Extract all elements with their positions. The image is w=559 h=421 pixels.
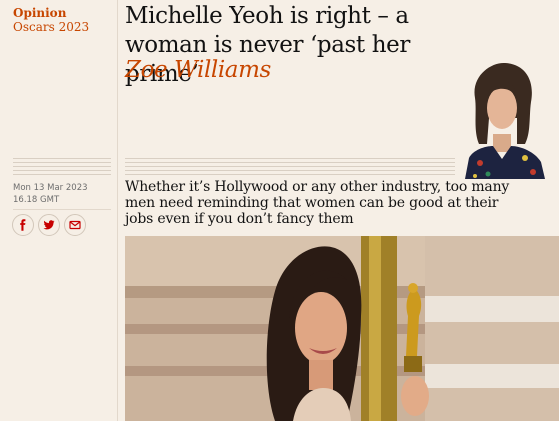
email-icon	[69, 220, 81, 230]
share-facebook-button[interactable]	[12, 214, 34, 236]
share-email-button[interactable]	[64, 214, 86, 236]
twitter-icon	[43, 220, 55, 230]
meta-divider	[13, 209, 111, 210]
dateline: Mon 13 Mar 2023 16.18 GMT	[13, 183, 88, 205]
column-divider	[117, 0, 118, 421]
share-buttons	[12, 214, 86, 236]
section-kicker: Opinion Oscars 2023	[13, 6, 89, 34]
facebook-icon	[20, 219, 26, 231]
article-meta-column: Opinion Oscars 2023 Mon 13 Mar 2023 16.1…	[0, 0, 117, 421]
rule-lines-left	[13, 158, 111, 176]
author-byline[interactable]: Zoe Williams	[125, 56, 271, 84]
author-photo	[455, 58, 551, 179]
main-article-photo	[125, 236, 559, 421]
section-link[interactable]: Opinion	[13, 6, 89, 20]
standfirst: Whether it’s Hollywood or any other indu…	[125, 179, 510, 227]
rule-lines-main	[125, 158, 455, 176]
series-link[interactable]: Oscars 2023	[13, 20, 89, 34]
share-twitter-button[interactable]	[38, 214, 60, 236]
